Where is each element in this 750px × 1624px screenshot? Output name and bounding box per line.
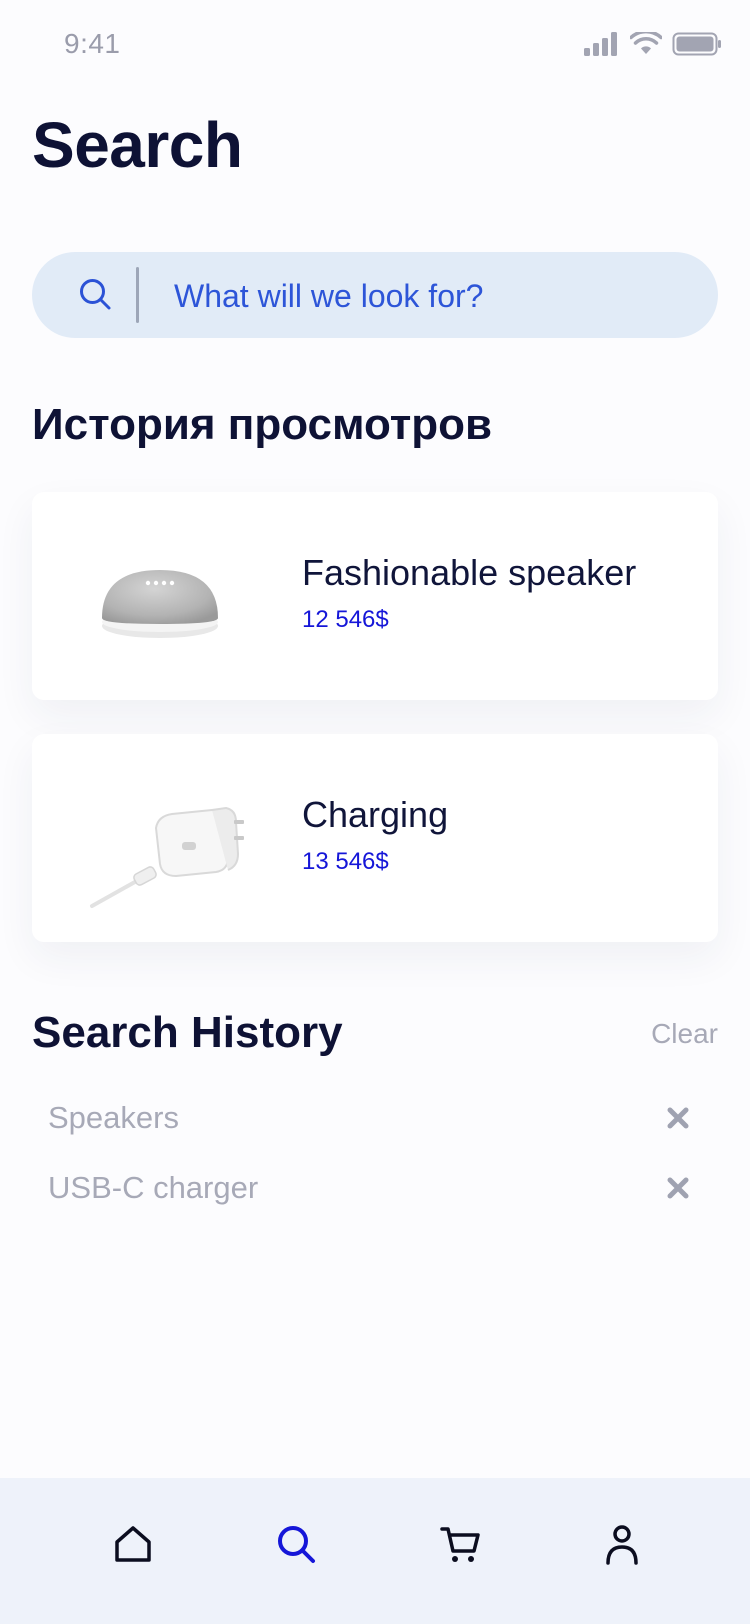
signal-icon bbox=[584, 32, 617, 56]
tab-search[interactable] bbox=[266, 1514, 326, 1574]
charger-image bbox=[90, 806, 244, 908]
history-item-text: Speakers bbox=[48, 1100, 179, 1135]
product-name: Fashionable speaker bbox=[302, 552, 637, 593]
battery-icon bbox=[672, 32, 721, 56]
close-icon[interactable] bbox=[664, 1104, 692, 1132]
search-history-title: Search History bbox=[32, 1008, 343, 1057]
home-icon bbox=[115, 1526, 151, 1562]
tab-profile[interactable] bbox=[592, 1514, 652, 1574]
status-time: 9:41 bbox=[64, 28, 121, 59]
tab-bar bbox=[0, 1478, 750, 1624]
product-card-charger[interactable]: Charging 13 546$ bbox=[32, 734, 718, 942]
speaker-image bbox=[102, 570, 218, 638]
search-history-item[interactable]: Speakers bbox=[48, 1090, 700, 1146]
clear-history-button[interactable]: Clear bbox=[651, 1018, 718, 1050]
product-name: Charging bbox=[302, 794, 449, 835]
search-icon bbox=[80, 279, 111, 310]
profile-icon bbox=[606, 1525, 638, 1565]
product-card-speaker[interactable]: Fashionable speaker 12 546$ bbox=[32, 492, 718, 700]
search-history-item[interactable]: USB-C charger bbox=[48, 1160, 700, 1216]
product-price: 12 546$ bbox=[302, 606, 389, 633]
tab-home[interactable] bbox=[103, 1514, 163, 1574]
product-price: 13 546$ bbox=[302, 848, 389, 875]
status-bar: 9:41 bbox=[0, 0, 750, 92]
wifi-icon bbox=[630, 32, 662, 54]
search-divider bbox=[136, 267, 139, 323]
history-item-text: USB-C charger bbox=[48, 1170, 259, 1205]
viewed-history-title: История просмотров bbox=[32, 400, 493, 449]
search-bar[interactable] bbox=[32, 252, 718, 340]
tab-cart[interactable] bbox=[431, 1514, 491, 1574]
search-icon bbox=[278, 1526, 315, 1563]
page-title: Search bbox=[32, 109, 243, 181]
close-icon[interactable] bbox=[664, 1174, 692, 1202]
cart-icon bbox=[440, 1527, 480, 1562]
status-icons bbox=[584, 32, 722, 56]
search-input[interactable] bbox=[172, 252, 696, 340]
